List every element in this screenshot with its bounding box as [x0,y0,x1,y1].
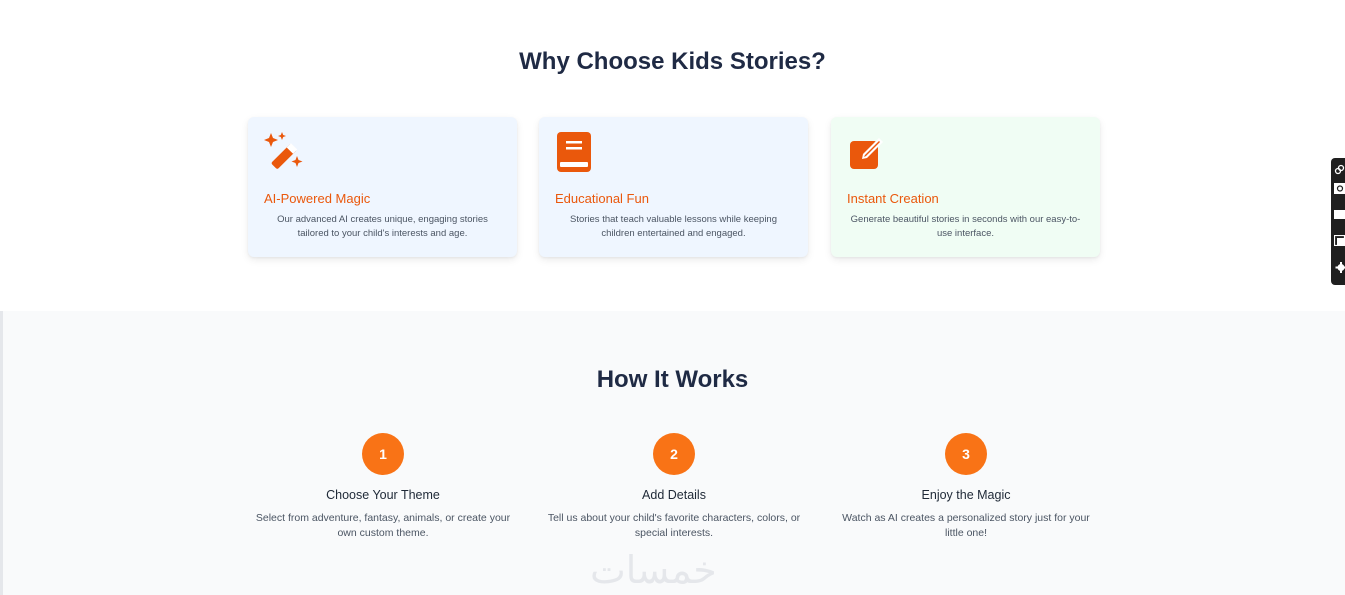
feature-card-description: Generate beautiful stories in seconds wi… [850,214,1081,239]
feature-card-educational: Educational Fun Stories that teach valua… [539,117,808,257]
book-icon [554,131,596,173]
step-choose-theme: 1 Choose Your Theme Select from adventur… [253,433,513,541]
step-title: Choose Your Theme [326,488,440,502]
edit-icon [846,131,888,173]
feature-card-description: Stories that teach valuable lessons whil… [569,214,777,239]
link-icon[interactable] [1334,162,1345,175]
magic-wand-icon [263,131,305,173]
step-description: Select from adventure, fantasy, animals,… [255,512,511,539]
step-description: Watch as AI creates a personalized story… [842,512,1090,539]
step-enjoy-magic: 3 Enjoy the Magic Watch as AI creates a … [836,433,1096,541]
step-description: Tell us about your child's favorite char… [547,512,801,539]
feature-card-title: AI-Powered Magic [264,191,371,206]
feature-card-title: Educational Fun [555,191,649,206]
how-it-works-title: How It Works [596,366,749,393]
feature-card-title: Instant Creation [847,191,939,206]
search-icon[interactable] [1334,181,1345,194]
side-toolbar [1331,158,1345,285]
feature-card-ai-magic: AI-Powered Magic Our advanced AI creates… [248,117,517,257]
feature-card-instant: Instant Creation Generate beautiful stor… [831,117,1100,257]
screen-icon[interactable] [1334,207,1345,219]
feature-card-description: Our advanced AI creates unique, engaging… [277,214,488,239]
step-title: Add Details [642,488,706,502]
gear-icon[interactable] [1334,260,1345,273]
watermark-logo: خمسات [590,548,717,592]
step-number-badge: 2 [653,433,695,475]
step-title: Enjoy the Magic [921,488,1011,502]
step-number-badge: 1 [362,433,404,475]
why-choose-section: Why Choose Kids Stories? AI-Powered Magi… [0,0,1345,311]
step-number-badge: 3 [945,433,987,475]
window-icon[interactable] [1333,233,1345,247]
why-choose-title: Why Choose Kids Stories? [519,48,826,75]
step-add-details: 2 Add Details Tell us about your child's… [544,433,804,541]
